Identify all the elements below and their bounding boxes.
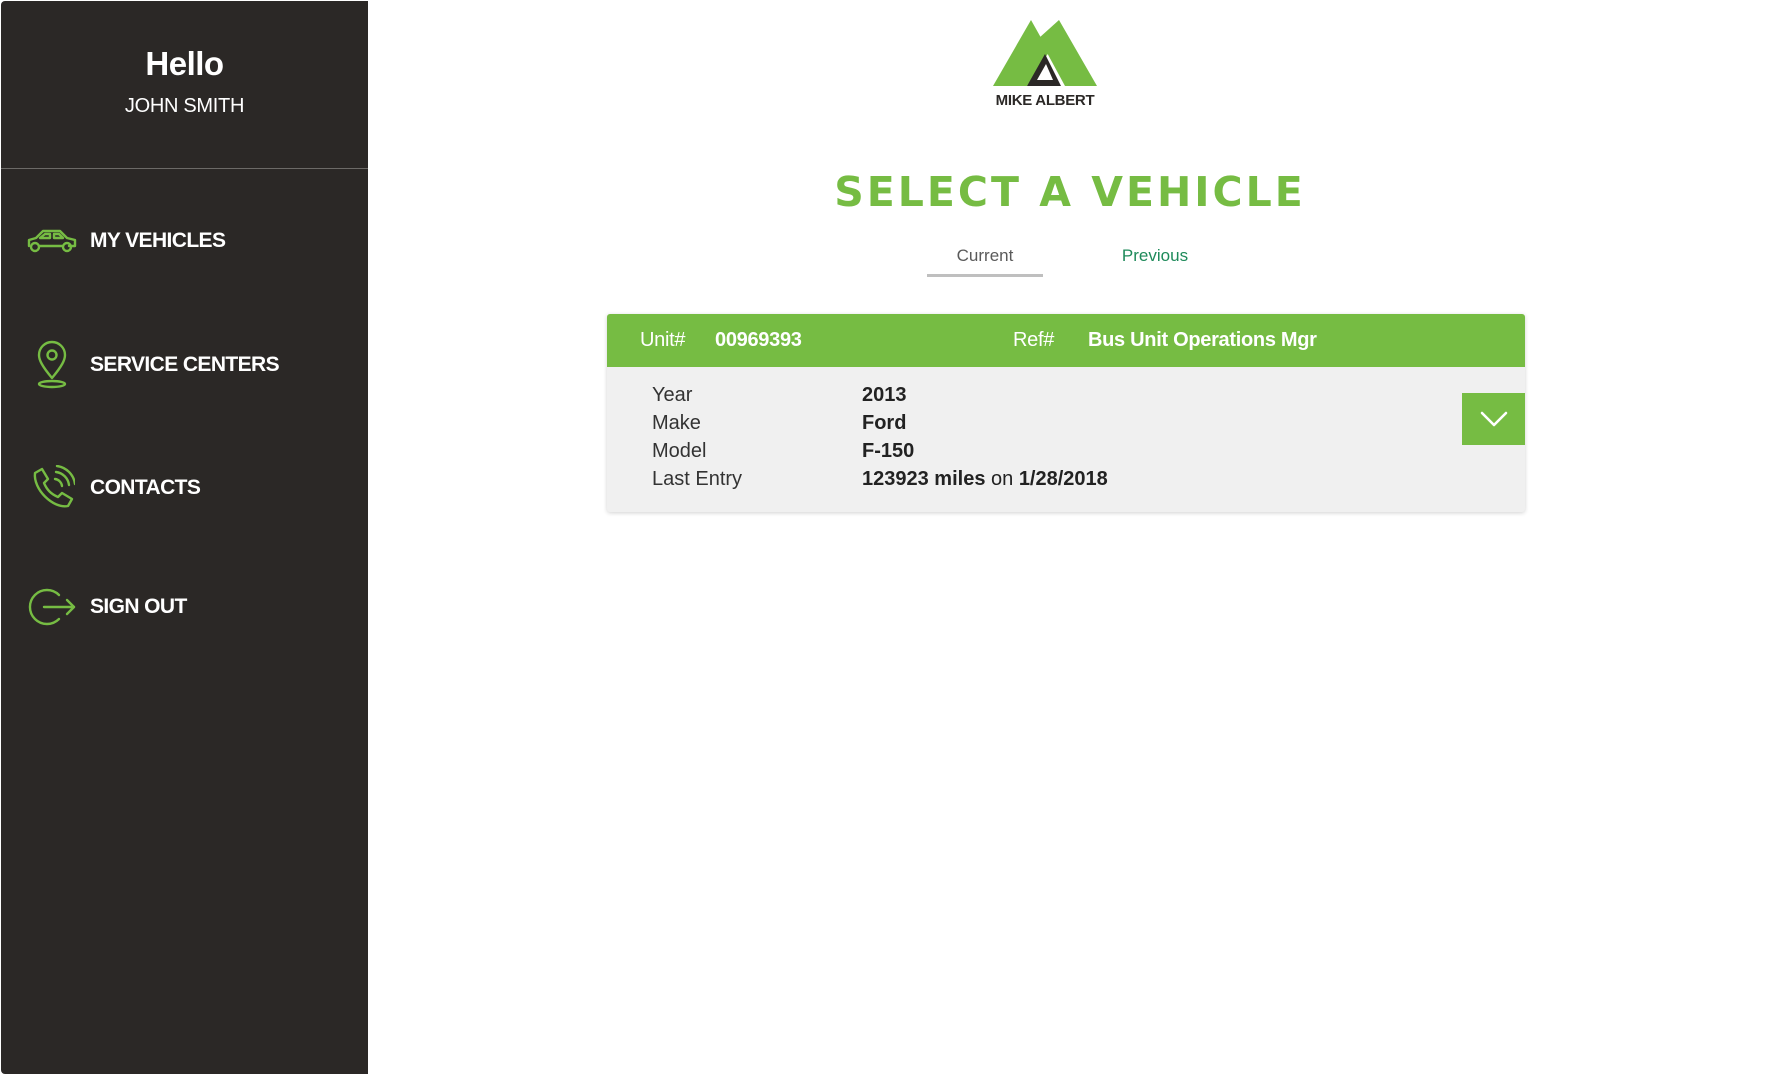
- greeting: Hello: [145, 45, 224, 82]
- unit-value: 00969393: [715, 329, 802, 351]
- brand-name: MIKE ALBERT: [995, 92, 1095, 109]
- last-entry-value: 123923 miles on 1/28/2018: [862, 468, 1108, 491]
- sidebar-item-service-centers[interactable]: SERVICE CENTERS: [1, 330, 368, 400]
- sidebar: Hello JOHN SMITH MY VEHICLES SERVICE CEN…: [1, 1, 368, 1074]
- phone-icon: [25, 461, 79, 515]
- page-title: SELECT A VEHICLE: [834, 168, 1306, 216]
- sign-out-icon: [25, 580, 79, 634]
- tab-previous[interactable]: Previous: [1105, 246, 1205, 266]
- vehicle-card-header: Unit# 00969393 Ref# Bus Unit Operations …: [607, 314, 1525, 367]
- car-icon: [25, 214, 79, 268]
- sidebar-item-label: CONTACTS: [90, 476, 201, 499]
- page: Hello JOHN SMITH MY VEHICLES SERVICE CEN…: [0, 0, 1765, 1075]
- ref-label: Ref#: [1013, 329, 1055, 351]
- make-label: Make: [652, 412, 701, 434]
- model-label: Model: [652, 440, 707, 462]
- sidebar-header: Hello JOHN SMITH: [1, 1, 368, 169]
- username: JOHN SMITH: [124, 95, 245, 117]
- last-entry-label: Last Entry: [652, 468, 743, 490]
- tab-current[interactable]: Current: [927, 246, 1043, 277]
- sidebar-item-sign-out[interactable]: SIGN OUT: [1, 572, 368, 642]
- vehicle-card[interactable]: Unit# 00969393 Ref# Bus Unit Operations …: [607, 314, 1525, 512]
- sidebar-item-my-vehicles[interactable]: MY VEHICLES: [1, 206, 368, 276]
- brand-logo: MIKE ALBERT: [990, 20, 1100, 115]
- year-value: 2013: [862, 384, 907, 406]
- sidebar-item-label: SERVICE CENTERS: [90, 353, 280, 376]
- last-entry-miles: 123923 miles: [862, 468, 986, 490]
- year-label: Year: [652, 384, 693, 406]
- last-entry-date: 1/28/2018: [1018, 468, 1108, 490]
- expand-vehicle-button[interactable]: [1462, 393, 1525, 445]
- chevron-down-icon: [1480, 411, 1507, 427]
- map-pin-icon: [25, 338, 79, 392]
- make-value: Ford: [862, 412, 907, 434]
- model-value: F-150: [862, 440, 915, 462]
- ref-value: Bus Unit Operations Mgr: [1088, 329, 1317, 351]
- sidebar-item-label: SIGN OUT: [90, 595, 187, 618]
- logo-mark-icon: [993, 20, 1097, 86]
- sidebar-item-label: MY VEHICLES: [90, 229, 226, 252]
- last-entry-on: on: [991, 468, 1014, 490]
- unit-label: Unit#: [640, 329, 686, 351]
- sidebar-item-contacts[interactable]: CONTACTS: [1, 453, 368, 523]
